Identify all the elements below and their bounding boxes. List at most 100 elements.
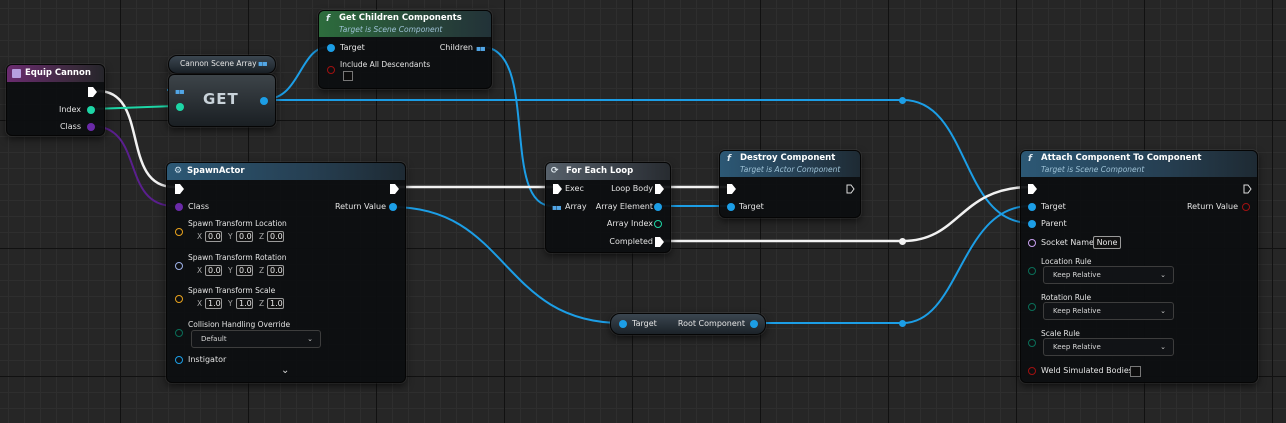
socket-name-field[interactable]: None: [1093, 236, 1121, 249]
function-icon: f: [727, 154, 731, 164]
weld-checkbox[interactable]: [1130, 366, 1141, 377]
spawn-actor-node[interactable]: ⚙ SpawnActor Class Return Value Spawn Tr…: [166, 162, 406, 383]
equip-cannon-event-node[interactable]: Equip Cannon Index Class: [6, 64, 105, 136]
exec-out-pin[interactable]: [846, 184, 855, 194]
reroute-knot[interactable]: [899, 320, 906, 327]
class-pin-label: Class: [188, 202, 210, 211]
loop-icon: ⟳: [551, 166, 559, 176]
scale-y-field[interactable]: 1.0: [236, 298, 253, 309]
target-pin[interactable]: [727, 203, 735, 211]
wire-children-to-array: [481, 46, 553, 207]
parent-pin[interactable]: [1028, 220, 1036, 228]
scale-rule-value: Keep Relative: [1053, 343, 1101, 351]
location-x-field[interactable]: 0.0: [205, 231, 222, 242]
location-z-field[interactable]: 0.0: [267, 231, 284, 242]
weld-pin[interactable]: [1028, 367, 1036, 375]
get-children-subtitle: Target is Scene Component: [339, 25, 443, 34]
scale-rule-dropdown[interactable]: Keep Relative ⌄: [1043, 338, 1174, 356]
get-output-pin[interactable]: [260, 97, 268, 105]
cannon-scene-array-variable[interactable]: Cannon Scene Array ▪▪: [168, 55, 276, 74]
return-value-label: Return Value: [334, 202, 386, 211]
array-element-pin[interactable]: [654, 203, 662, 211]
exec-in-pin[interactable]: [727, 184, 736, 194]
location-rule-pin[interactable]: [1028, 267, 1036, 275]
exec-out-pin[interactable]: [88, 87, 97, 97]
return-value-pin[interactable]: [389, 203, 397, 211]
function-icon: f: [326, 14, 330, 24]
rotation-rule-pin[interactable]: [1028, 303, 1036, 311]
socket-name-pin[interactable]: [1028, 239, 1036, 247]
rotation-x-field[interactable]: 0.0: [205, 265, 222, 276]
target-pin[interactable]: [1028, 203, 1036, 211]
location-rule-dropdown[interactable]: Keep Relative ⌄: [1043, 266, 1174, 284]
reroute-knot[interactable]: [899, 97, 906, 104]
chevron-down-icon: ⌄: [1160, 307, 1166, 315]
target-label: Target: [739, 202, 764, 211]
index-pin[interactable]: [87, 106, 95, 114]
reroute-knot[interactable]: [899, 238, 906, 245]
parent-label: Parent: [1041, 219, 1067, 228]
get-array-node[interactable]: ▪▪ GET: [168, 74, 276, 127]
root-component-label: Root Component: [677, 319, 745, 328]
array-grid-icon[interactable]: ▪▪: [175, 88, 185, 96]
array-index-pin[interactable]: [654, 220, 662, 228]
class-pin[interactable]: [175, 203, 183, 211]
rotation-y-label: Y: [228, 266, 233, 275]
location-label: Spawn Transform Location: [188, 219, 287, 228]
completed-label: Completed: [609, 237, 653, 246]
loop-body-label: Loop Body: [611, 184, 653, 193]
array-grid-icon[interactable]: ▪▪: [258, 60, 268, 68]
exec-in-pin[interactable]: [175, 184, 184, 194]
root-component-getter[interactable]: Target Root Component: [610, 313, 766, 335]
scale-x-field[interactable]: 1.0: [205, 298, 222, 309]
instigator-label: Instigator: [188, 355, 227, 364]
loop-body-pin[interactable]: [655, 184, 664, 194]
scale-label: Spawn Transform Scale: [188, 286, 276, 295]
rotation-x-label: X: [197, 266, 203, 275]
location-y-field[interactable]: 0.0: [236, 231, 253, 242]
for-each-loop-node[interactable]: ⟳ For Each Loop Exec Loop Body ▪▪ Array …: [545, 162, 671, 253]
return-value-pin[interactable]: [1242, 203, 1250, 211]
rotation-y-field[interactable]: 0.0: [236, 265, 253, 276]
exec-out-pin[interactable]: [390, 184, 399, 194]
array-grid-icon[interactable]: ▪▪: [552, 204, 562, 212]
get-index-pin[interactable]: [176, 103, 184, 111]
rotation-z-field[interactable]: 0.0: [267, 265, 284, 276]
exec-in-pin[interactable]: [1028, 184, 1037, 194]
scale-rule-pin[interactable]: [1028, 339, 1036, 347]
socket-name-label: Socket Name: [1041, 238, 1094, 247]
root-component-pin[interactable]: [750, 320, 758, 328]
class-pin[interactable]: [87, 123, 95, 131]
include-descendants-checkbox[interactable]: [343, 71, 353, 81]
array-grid-icon[interactable]: ▪▪: [476, 45, 486, 53]
event-title: Equip Cannon: [25, 68, 91, 78]
completed-pin[interactable]: [655, 237, 664, 247]
rotation-rule-dropdown[interactable]: Keep Relative ⌄: [1043, 302, 1174, 320]
include-descendants-pin[interactable]: [327, 66, 335, 74]
location-pin[interactable]: [175, 228, 183, 236]
destroy-subtitle: Target is Actor Component: [740, 165, 841, 174]
collision-override-dropdown[interactable]: Default ⌄: [191, 330, 321, 348]
chevron-down-icon: ⌄: [307, 335, 313, 343]
target-label: Target: [1041, 202, 1066, 211]
expand-advanced-chevron-icon[interactable]: ⌄: [281, 365, 289, 376]
target-pin[interactable]: [619, 320, 627, 328]
destroy-title: Destroy Component: [740, 153, 836, 163]
event-square-icon: [12, 69, 21, 78]
attach-component-node[interactable]: f Attach Component To Component Target i…: [1020, 150, 1258, 383]
target-pin[interactable]: [327, 44, 335, 52]
target-pin-label: Target: [340, 43, 365, 52]
exec-in-pin[interactable]: [553, 184, 562, 194]
rotation-rule-value: Keep Relative: [1053, 307, 1101, 315]
exec-out-pin[interactable]: [1243, 184, 1252, 194]
destroy-component-node[interactable]: f Destroy Component Target is Actor Comp…: [719, 150, 861, 218]
get-children-components-node[interactable]: f Get Children Components Target is Scen…: [318, 10, 492, 89]
scale-pin[interactable]: [175, 295, 183, 303]
scale-z-field[interactable]: 1.0: [267, 298, 284, 309]
collision-override-pin[interactable]: [175, 329, 183, 337]
rotation-pin[interactable]: [175, 262, 183, 270]
function-icon: f: [1028, 154, 1032, 164]
chevron-down-icon: ⌄: [1160, 343, 1166, 351]
instigator-pin[interactable]: [175, 356, 183, 364]
spawn-actor-icon: ⚙: [174, 166, 183, 176]
